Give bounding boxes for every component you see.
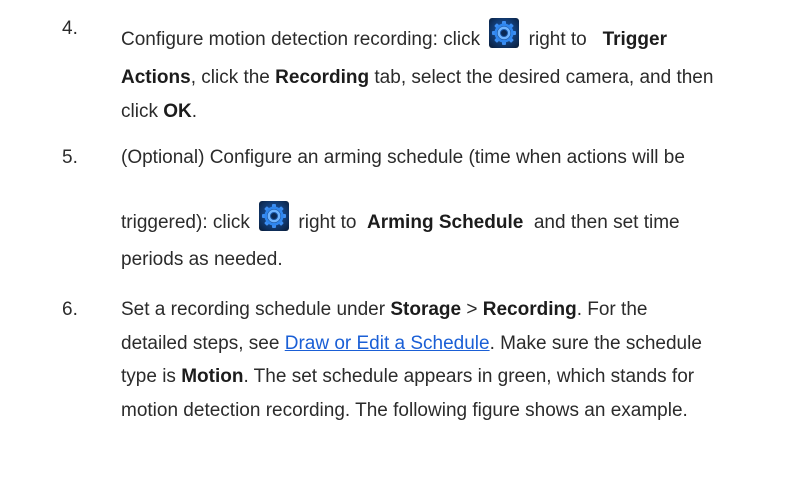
gear-icon[interactable]: [259, 201, 289, 231]
trigger-actions-label: Trigger: [602, 29, 667, 50]
motion-label: Motion: [181, 366, 244, 387]
step-line: Configure motion detection recording: cl…: [121, 18, 667, 51]
step-text: right to: [298, 212, 357, 233]
recording-tab-label: Recording: [275, 67, 370, 88]
ok-label: OK: [163, 101, 192, 122]
step-number: 5.: [62, 147, 78, 168]
step-line: type is Motion. The set schedule appears…: [121, 366, 694, 388]
step-line: detailed steps, see Draw or Edit a Sched…: [121, 333, 702, 355]
step-line: Set a recording schedule under Storage >…: [121, 299, 647, 321]
gear-icon[interactable]: [489, 18, 519, 48]
storage-label: Storage: [390, 299, 462, 320]
draw-or-edit-schedule-link[interactable]: Draw or Edit a Schedule: [285, 333, 490, 354]
step-line: motion detection recording. The followin…: [121, 400, 688, 421]
step-text: . For the: [576, 299, 648, 320]
step-number: 4.: [62, 18, 78, 39]
step-line: click OK.: [121, 101, 197, 123]
step-text: . The set schedule appears in green, whi…: [243, 366, 695, 387]
step-text: detailed steps, see: [121, 333, 285, 354]
step-text: , click the: [190, 67, 270, 88]
step-text: click: [121, 101, 164, 122]
step-text: tab, select the desired camera, and then: [369, 67, 714, 88]
step-line: periods as needed.: [121, 249, 283, 270]
step-text: Set a recording schedule under: [121, 299, 391, 320]
step-text: .: [191, 101, 198, 122]
step-line: (Optional) Configure an arming schedule …: [121, 147, 685, 168]
step-text: and then set time: [533, 212, 680, 233]
step-text: >: [461, 299, 483, 320]
step-text: triggered): click: [121, 212, 250, 233]
step-text: . Make sure the schedule: [489, 333, 702, 354]
step-line: Actions, click the Recording tab, select…: [121, 67, 713, 89]
step-number: 6.: [62, 299, 78, 320]
step-text: right to: [528, 29, 587, 50]
arming-schedule-label: Arming Schedule: [367, 212, 524, 233]
recording-label: Recording: [482, 299, 577, 320]
step-text: Configure motion detection recording: cl…: [121, 29, 481, 50]
step-text: type is: [121, 366, 182, 387]
trigger-actions-label: Actions: [121, 67, 191, 88]
step-line: triggered): click right to Arming Schedu…: [121, 201, 680, 234]
